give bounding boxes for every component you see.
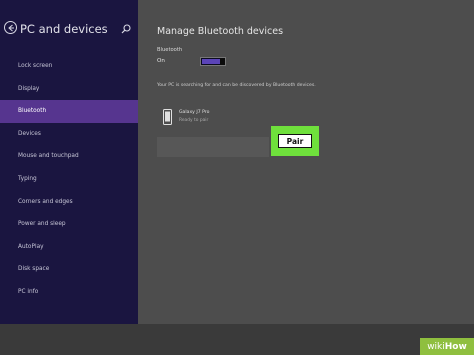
back-arrow-icon[interactable] — [4, 21, 17, 34]
page-title: Manage Bluetooth devices — [157, 26, 284, 37]
sidebar-item-lock-screen[interactable]: Lock screen — [0, 55, 138, 78]
bluetooth-toggle-fill — [202, 59, 220, 64]
sidebar-item-corners-and-edges[interactable]: Corners and edges — [0, 191, 138, 214]
device-name: Galaxy J7 Pro — [179, 110, 210, 115]
sidebar-title: PC and devices — [20, 22, 108, 36]
sidebar-nav: Lock screen Display Bluetooth Devices Mouse … — [0, 55, 138, 304]
device-status: Ready to pair — [179, 118, 209, 123]
watermark-prefix: wiki — [427, 341, 445, 352]
watermark-suffix: How — [444, 341, 467, 352]
sidebar-item-display[interactable]: Display — [0, 78, 138, 101]
bluetooth-toggle[interactable] — [200, 57, 226, 66]
sidebar-item-mouse-and-touchpad[interactable]: Mouse and touchpad — [0, 145, 138, 168]
pair-button[interactable]: Pair — [278, 134, 312, 148]
sidebar-item-autoplay[interactable]: AutoPlay — [0, 236, 138, 259]
sidebar-item-bluetooth[interactable]: Bluetooth — [0, 100, 138, 123]
bluetooth-label: Bluetooth — [157, 47, 183, 53]
phone-icon — [163, 109, 172, 125]
wikihow-watermark: wiki How — [420, 338, 474, 355]
sidebar: PC and devices Lock screen Display Bluetoo… — [0, 0, 138, 324]
sidebar-item-pc-info[interactable]: PC info — [0, 281, 138, 304]
search-status-text: Your PC is searching for and can be disc… — [157, 83, 316, 88]
sidebar-item-disk-space[interactable]: Disk space — [0, 258, 138, 281]
sidebar-item-power-and-sleep[interactable]: Power and sleep — [0, 213, 138, 236]
bluetooth-state: On — [157, 58, 165, 64]
sidebar-item-devices[interactable]: Devices — [0, 123, 138, 146]
bottom-bar — [0, 324, 474, 355]
main-panel: Manage Bluetooth devices Bluetooth On Yo… — [138, 0, 474, 324]
device-selection-band — [157, 137, 269, 157]
sidebar-item-typing[interactable]: Typing — [0, 168, 138, 191]
bluetooth-toggle-thumb — [220, 58, 225, 65]
search-icon[interactable] — [121, 24, 131, 34]
